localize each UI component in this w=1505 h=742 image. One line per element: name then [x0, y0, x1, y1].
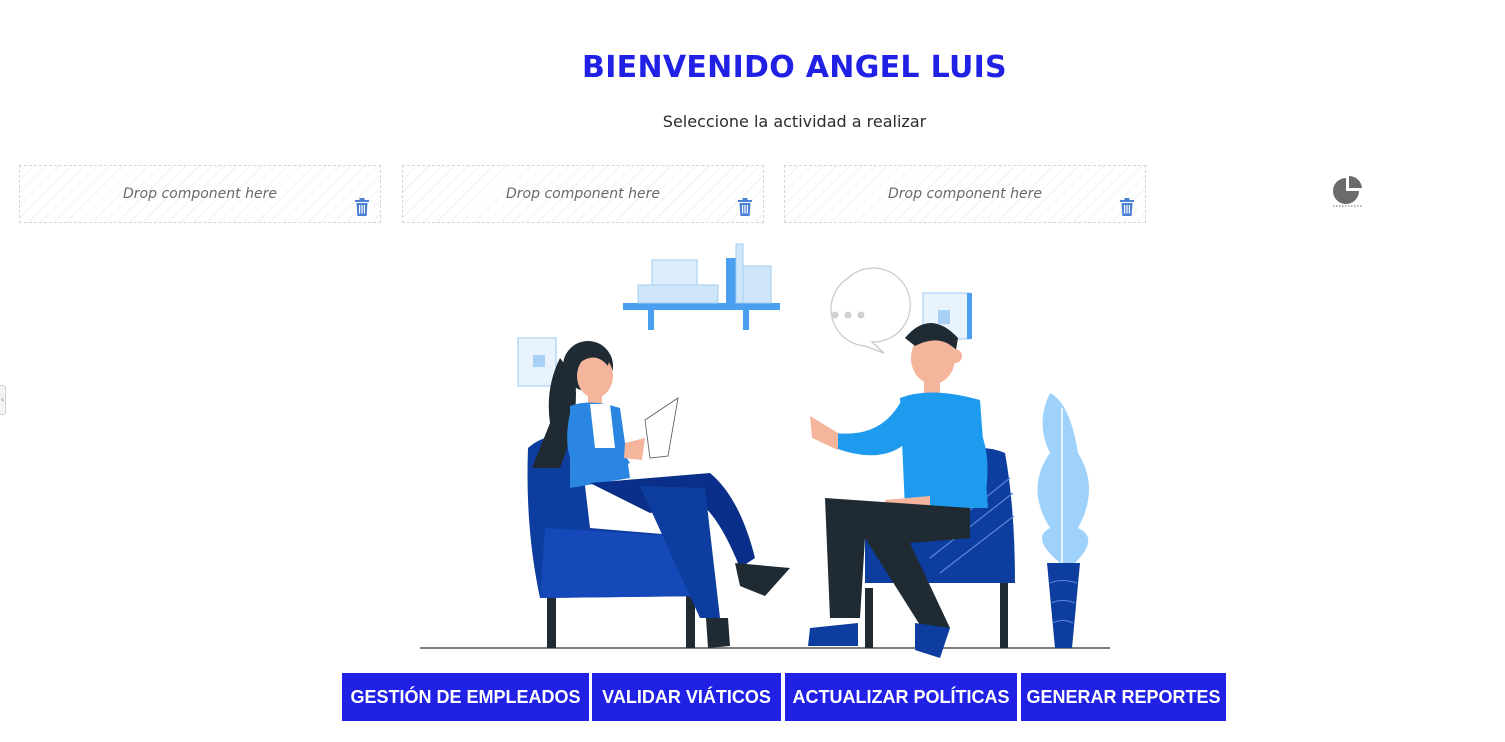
employee-management-button[interactable]: GESTIÓN DE EMPLEADOS — [342, 673, 589, 721]
trash-icon[interactable] — [737, 198, 753, 216]
drop-zone-3[interactable]: Drop component here — [784, 165, 1146, 223]
illustration-conversation — [420, 243, 1110, 658]
pie-chart-icon[interactable] — [1331, 174, 1365, 208]
trash-icon[interactable] — [354, 198, 370, 216]
page-subtitle: Seleccione la actividad a realizar — [662, 112, 927, 131]
validate-expenses-button[interactable]: VALIDAR VIÁTICOS — [592, 673, 781, 721]
update-policies-button[interactable]: ACTUALIZAR POLÍTICAS — [785, 673, 1017, 721]
drop-zone-label: Drop component here — [123, 186, 277, 202]
side-panel-toggle[interactable]: ‹ — [0, 385, 6, 415]
page-title: BIENVENIDO ANGEL LUIS — [582, 50, 1007, 85]
trash-icon[interactable] — [1119, 198, 1135, 216]
drop-zone-2[interactable]: Drop component here — [402, 165, 764, 223]
page: BIENVENIDO ANGEL LUIS Seleccione la acti… — [0, 0, 1505, 742]
drop-zone-label: Drop component here — [506, 186, 660, 202]
drop-zone-1[interactable]: Drop component here — [19, 165, 381, 223]
generate-reports-button[interactable]: GENERAR REPORTES — [1021, 673, 1226, 721]
action-bar: GESTIÓN DE EMPLEADOS VALIDAR VIÁTICOS AC… — [0, 673, 1505, 721]
drop-zone-label: Drop component here — [888, 186, 1042, 202]
